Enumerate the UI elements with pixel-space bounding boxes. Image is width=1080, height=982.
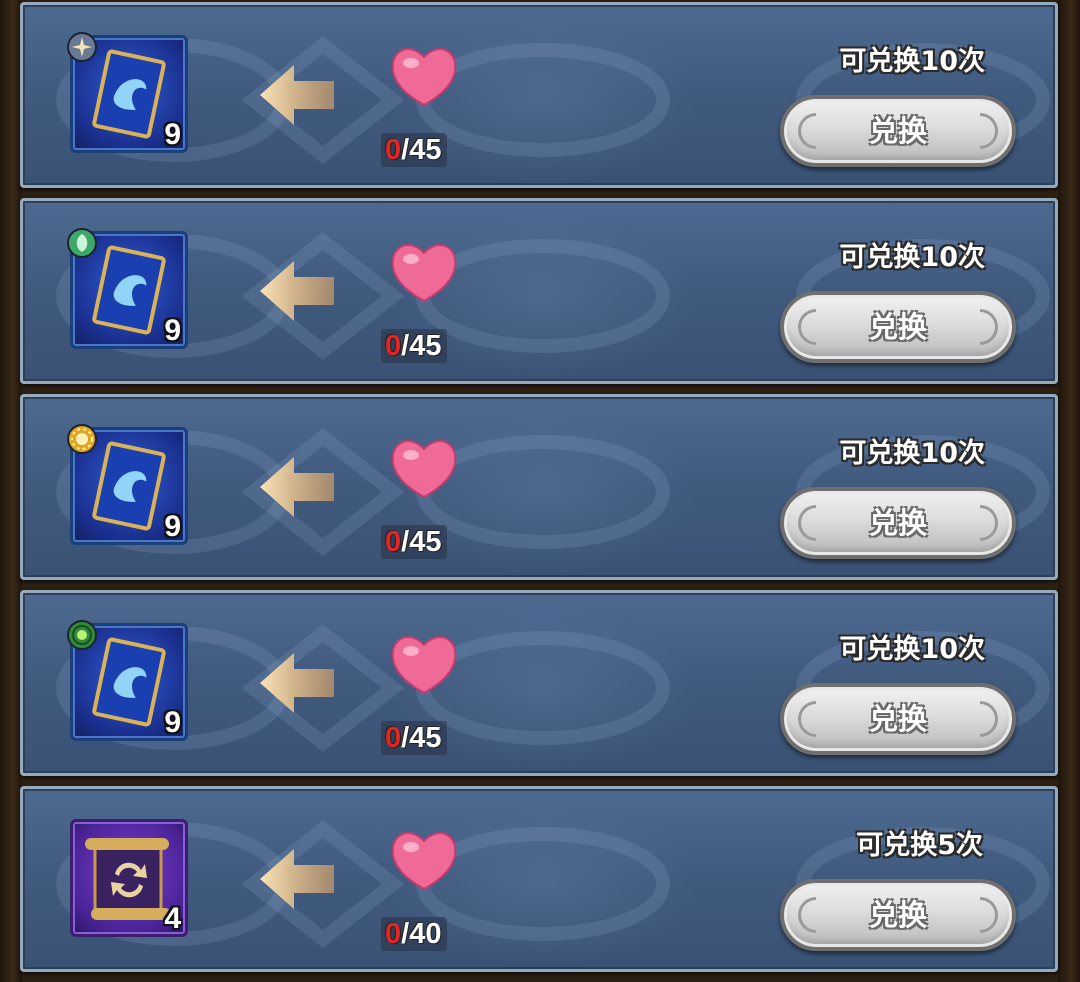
heart-icon bbox=[391, 440, 457, 499]
sun-badge-icon bbox=[67, 424, 97, 454]
heart-icon bbox=[391, 832, 457, 891]
cost-have: 0 bbox=[385, 722, 402, 754]
heart-icon bbox=[391, 48, 457, 107]
cost-counter: 0/45 bbox=[381, 721, 448, 755]
exchange-row: 9 0/45 可兑换10次 兑换 bbox=[20, 198, 1058, 384]
arrow-left-icon bbox=[260, 261, 334, 321]
exchange-row: 9 0/45 可兑换10次 兑换 bbox=[20, 590, 1058, 776]
exchange-list[interactable]: 9 0/45 可兑换10次 兑换 9 0/45 可兑换10次 兑换 9 0/45… bbox=[20, 0, 1060, 982]
exchange-row: 9 0/45 可兑换10次 兑换 bbox=[20, 394, 1058, 580]
exchange-row: 4 0/40 可兑换5次 兑换 bbox=[20, 786, 1058, 972]
leaf-badge-icon bbox=[67, 228, 97, 258]
cost-need: /45 bbox=[401, 330, 442, 362]
heart-icon bbox=[391, 636, 457, 695]
exchange-button-label: 兑换 bbox=[868, 506, 927, 540]
arrow-left-icon bbox=[260, 65, 334, 125]
frame-left-edge bbox=[0, 0, 22, 982]
cost-counter: 0/45 bbox=[381, 329, 448, 363]
cost-counter: 0/45 bbox=[381, 525, 448, 559]
exchange-button[interactable]: 兑换 bbox=[780, 487, 1016, 559]
cost-have: 0 bbox=[385, 330, 402, 362]
frame-right-edge bbox=[1058, 0, 1080, 982]
card-pack-icon[interactable]: 9 bbox=[67, 620, 188, 741]
item-count: 9 bbox=[164, 118, 181, 151]
card-pack-icon[interactable]: 9 bbox=[67, 228, 188, 349]
nature-badge-icon bbox=[67, 620, 97, 650]
exchange-button-label: 兑换 bbox=[868, 310, 927, 344]
exchange-button-label: 兑换 bbox=[868, 702, 927, 736]
exchange-limit-text: 可兑换10次 bbox=[839, 46, 985, 77]
item-count: 9 bbox=[164, 314, 181, 347]
exchange-button[interactable]: 兑换 bbox=[780, 683, 1016, 755]
cost-have: 0 bbox=[385, 526, 402, 558]
exchange-button[interactable]: 兑换 bbox=[780, 95, 1016, 167]
cost-need: /45 bbox=[401, 134, 442, 166]
exchange-button[interactable]: 兑换 bbox=[780, 291, 1016, 363]
heart-icon bbox=[391, 244, 457, 303]
item-count: 4 bbox=[164, 902, 181, 935]
exchange-row: 9 0/45 可兑换10次 兑换 bbox=[20, 2, 1058, 188]
exchange-limit-text: 可兑换10次 bbox=[839, 634, 985, 665]
cost-have: 0 bbox=[385, 134, 402, 166]
scroll-icon[interactable]: 4 bbox=[70, 819, 188, 937]
star-badge-icon bbox=[67, 32, 97, 62]
arrow-left-icon bbox=[260, 849, 334, 909]
item-count: 9 bbox=[164, 706, 181, 739]
cost-counter: 0/40 bbox=[381, 917, 448, 951]
cost-have: 0 bbox=[385, 918, 402, 950]
card-pack-icon[interactable]: 9 bbox=[67, 424, 188, 545]
arrow-left-icon bbox=[260, 653, 334, 713]
exchange-limit-text: 可兑换10次 bbox=[839, 242, 985, 273]
exchange-button[interactable]: 兑换 bbox=[780, 879, 1016, 951]
card-pack-icon[interactable]: 9 bbox=[67, 32, 188, 153]
exchange-button-label: 兑换 bbox=[868, 898, 927, 932]
exchange-limit-text: 可兑换5次 bbox=[856, 830, 983, 861]
cost-need: /45 bbox=[401, 526, 442, 558]
item-count: 9 bbox=[164, 510, 181, 543]
exchange-button-label: 兑换 bbox=[868, 114, 927, 148]
cost-need: /45 bbox=[401, 722, 442, 754]
arrow-left-icon bbox=[260, 457, 334, 517]
cost-counter: 0/45 bbox=[381, 133, 448, 167]
cost-need: /40 bbox=[401, 918, 442, 950]
exchange-limit-text: 可兑换10次 bbox=[839, 438, 985, 469]
